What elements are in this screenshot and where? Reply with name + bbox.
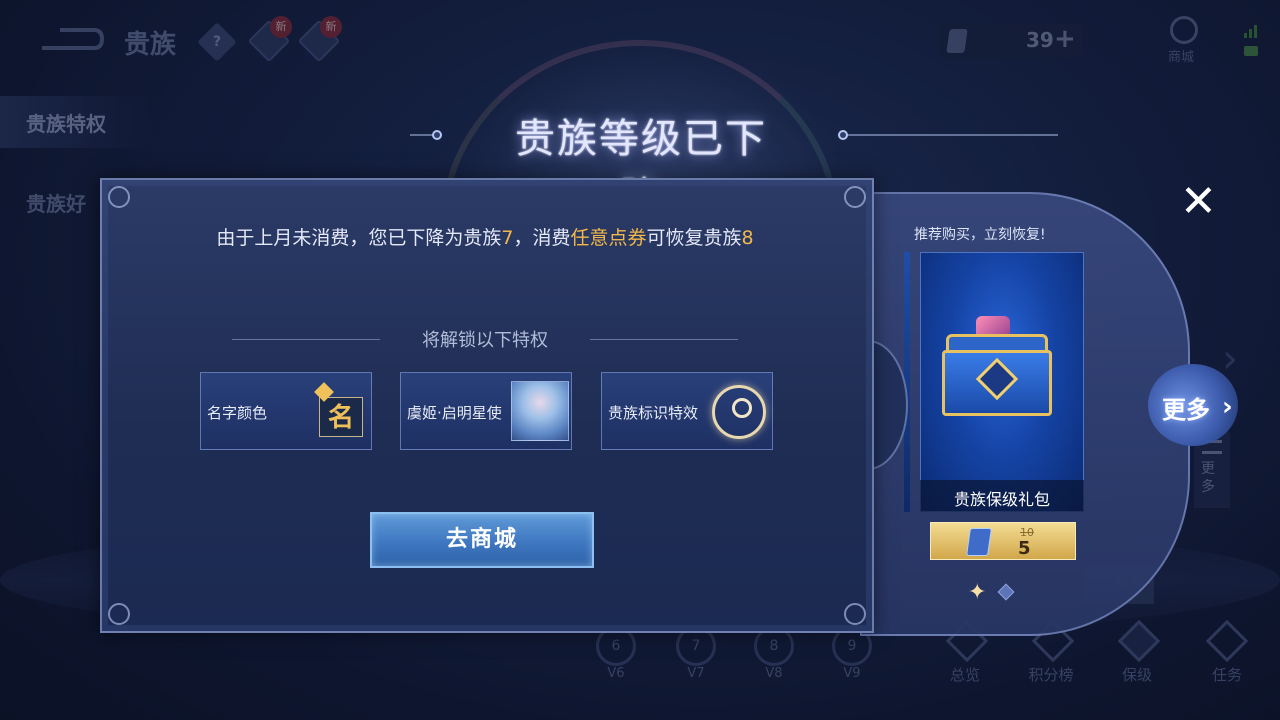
noble-crest-icon [712,385,766,439]
chevron-right-icon[interactable]: › [1222,392,1233,422]
corner-ornament [108,186,130,208]
privilege-label: 贵族标识特效 [608,404,699,422]
privilege-label: 虞姬·启明星使 [407,404,502,422]
divider-left [232,339,380,340]
downgrade-message: 由于上月未消费，您已下降为贵族7，消费任意点券可恢复贵族8 [216,227,754,249]
hero-skin-portrait [511,381,569,441]
title-ornament-icon [838,130,848,140]
corner-ornament [844,603,866,625]
title-line-right [838,134,1058,136]
privilege-label: 名字颜色 [207,404,268,422]
sparkle-icon: ✦ [968,580,987,605]
privilege-noble-badge[interactable]: 贵族标识特效 [601,372,773,450]
coupon-icon [966,528,992,556]
section-label: 将解锁以下特权 [422,330,548,351]
buy-price-button[interactable] [930,522,1076,560]
privilege-name-color[interactable]: 名字颜色 名 [200,372,372,450]
corner-ornament [108,603,130,625]
divider-right [590,339,738,340]
gift-pack-name: 贵族保级礼包 [953,490,1050,509]
go-to-shop-button[interactable]: 去商城 [370,512,594,568]
close-icon[interactable]: ✕ [1180,180,1217,224]
sale-price: 5 [1018,538,1031,559]
more-label[interactable]: 更多 [1162,390,1210,425]
privilege-hero-skin[interactable]: 虞姬·启明星使 [400,372,572,450]
name-color-icon: 名 [319,397,363,437]
title-ornament-icon [432,130,442,140]
recommend-title: 推荐购买，立刻恢复! [914,227,1046,243]
corner-ornament [844,186,866,208]
